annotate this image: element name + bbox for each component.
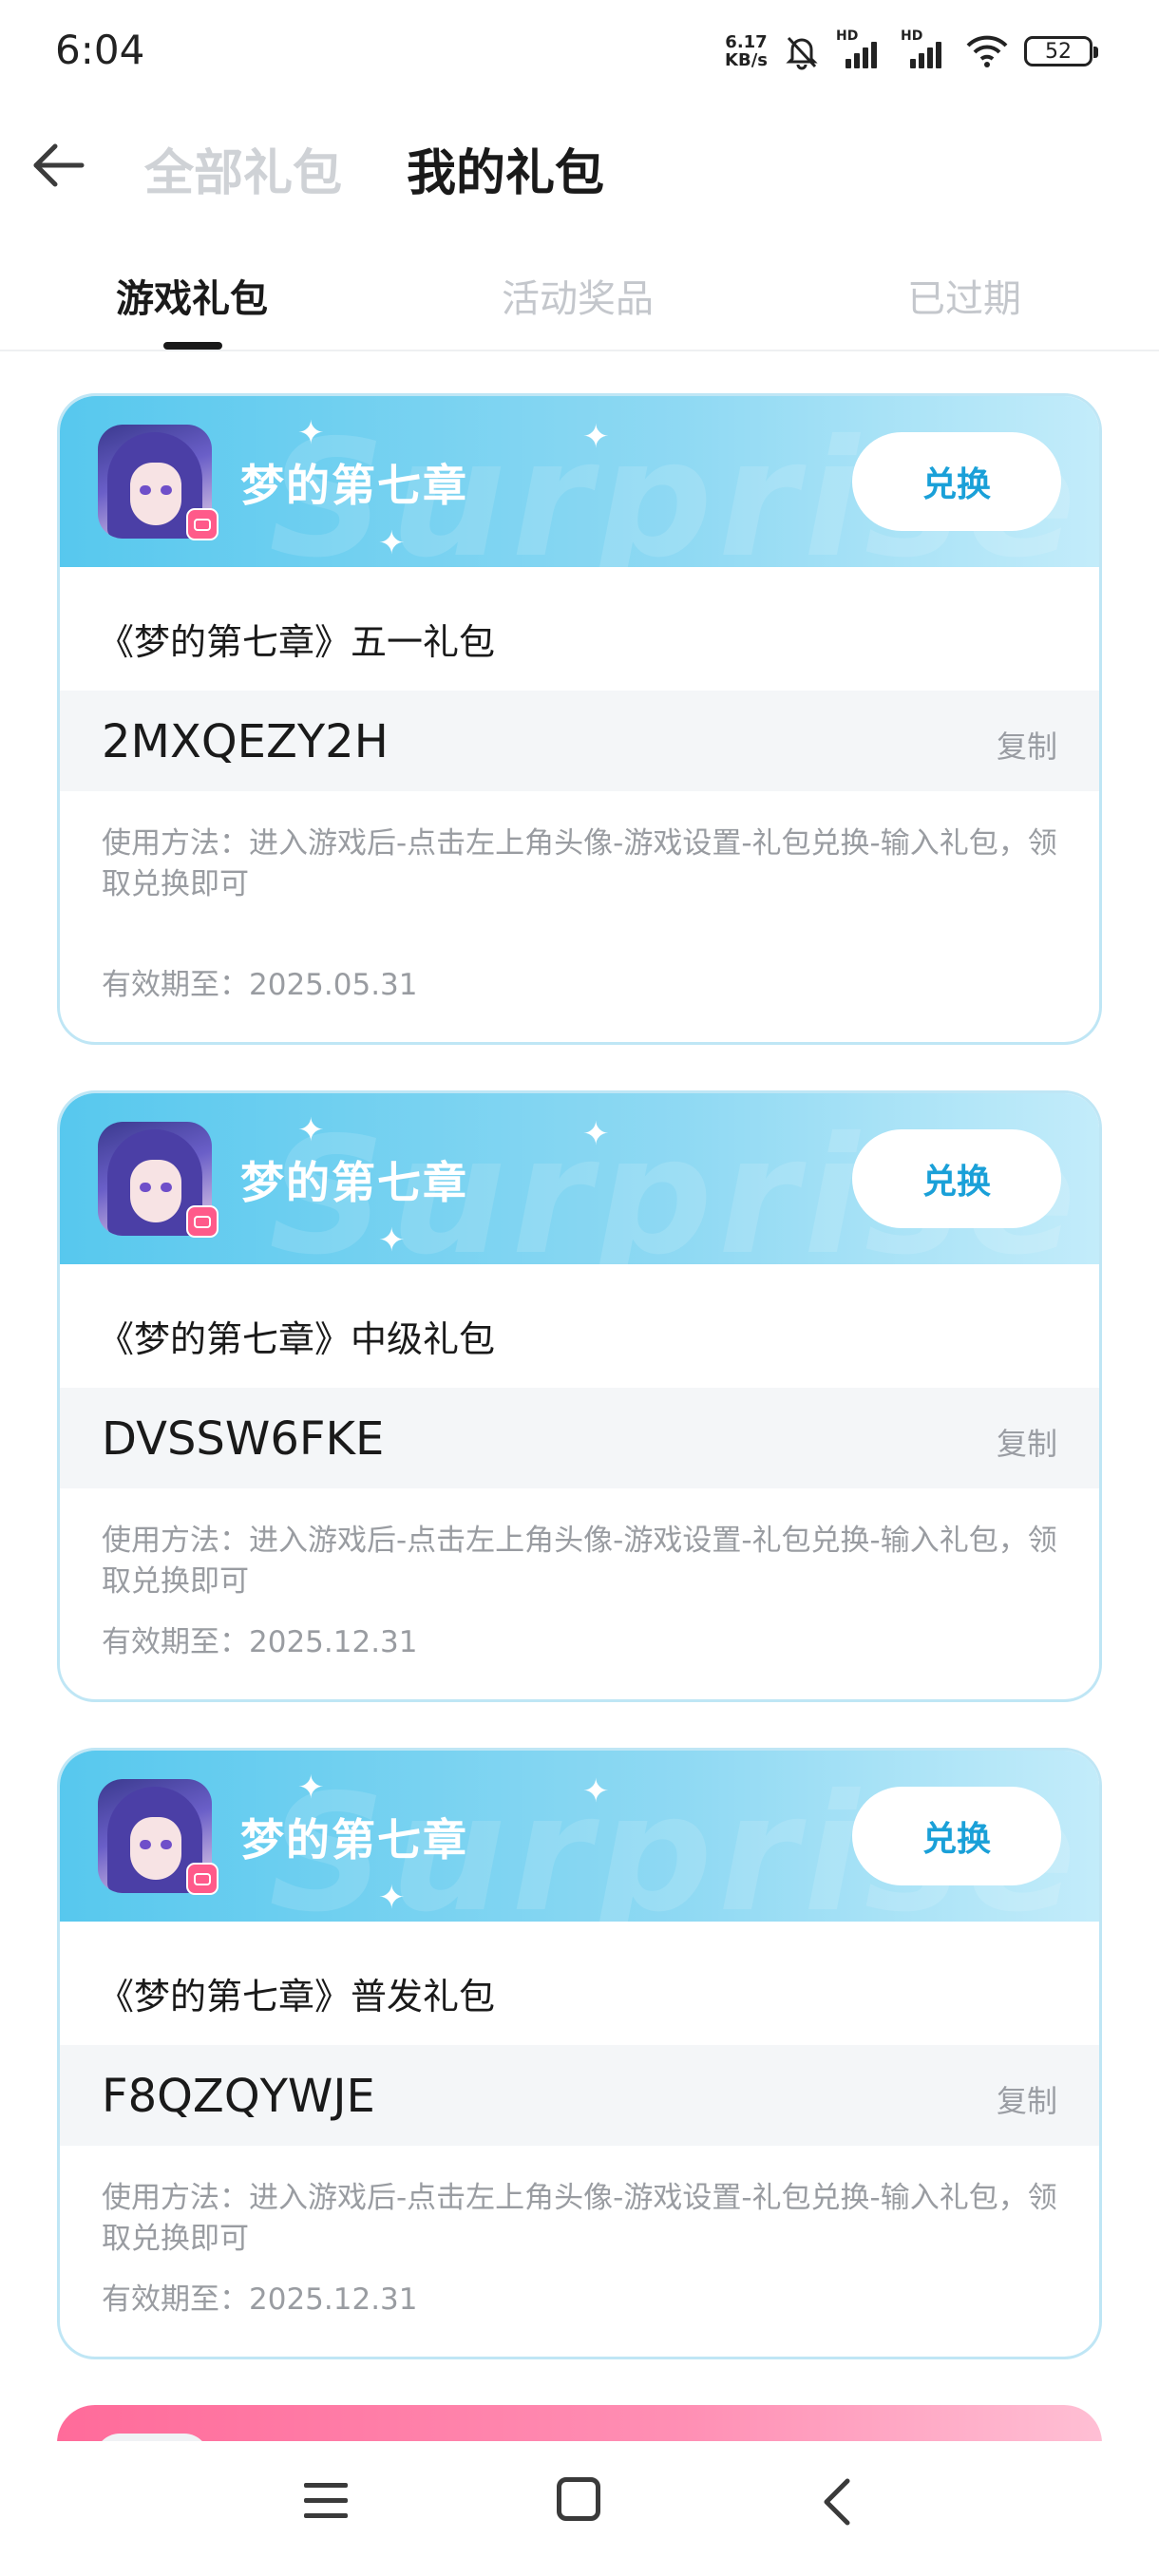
redeem-button[interactable]: 兑换 <box>852 1129 1061 1228</box>
card-header: Surprise ✦ ✦ ✦ 梦的第七章 兑换 <box>60 1093 1099 1264</box>
subtab-game-gifts[interactable]: 游戏礼包 <box>87 268 296 323</box>
sparkle-icon: ✦ <box>582 1772 610 1810</box>
battery-icon: 52 <box>1024 36 1098 66</box>
sparkle-icon: ✦ <box>297 1111 325 1149</box>
system-nav-bar <box>0 2441 1159 2576</box>
card-header: Surprise ✦ ✦ ✦ 梦的第七章 兑换 <box>60 1751 1099 1922</box>
game-name: 梦的第七章 <box>240 1814 468 1866</box>
status-bar: 6:04 6.17 KB/s HD HD 52 <box>0 0 1159 104</box>
redeem-button[interactable]: 兑换 <box>852 1787 1061 1885</box>
gift-code: DVSSW6FKE <box>102 1412 385 1466</box>
sparkle-icon: ✦ <box>378 1222 406 1260</box>
usage-instructions: 使用方法：进入游戏后-点击左上角头像-游戏设置-礼包兑换-输入礼包，领取兑换即可 <box>102 826 1057 901</box>
sparkle-icon: ✦ <box>378 1879 406 1917</box>
sparkle-icon: ✦ <box>582 1115 610 1153</box>
sparkle-icon: ✦ <box>378 524 406 562</box>
subtab-expired[interactable]: 已过期 <box>860 268 1069 323</box>
active-tab-indicator <box>163 342 222 350</box>
sparkle-icon: ✦ <box>582 418 610 456</box>
gift-card: Surprise ✦ ✦ ✦ 梦的第七章 兑换 《梦的第七章》五一礼包 2MXQ… <box>57 393 1102 1045</box>
code-row: F8QZQYWJE 复制 <box>60 2045 1099 2146</box>
gift-title: 《梦的第七章》中级礼包 <box>98 1318 496 1360</box>
redeem-button[interactable]: 兑换 <box>852 432 1061 531</box>
status-time: 6:04 <box>55 27 145 73</box>
tab-all-gifts[interactable]: 全部礼包 <box>144 133 342 204</box>
mute-bell-icon <box>786 36 818 70</box>
back-icon[interactable] <box>815 2475 863 2529</box>
expiry-date: 有效期至：2025.12.31 <box>102 1625 418 1659</box>
gift-title: 《梦的第七章》普发礼包 <box>98 1976 496 2017</box>
home-icon[interactable] <box>557 2477 600 2521</box>
back-arrow-icon[interactable] <box>28 135 89 196</box>
gift-code: 2MXQEZY2H <box>102 715 389 768</box>
subtab-event-prizes[interactable]: 活动奖品 <box>473 268 682 323</box>
bilibili-badge-icon <box>186 1863 218 1895</box>
wifi-icon <box>966 35 1008 67</box>
status-icons: 6.17 KB/s HD HD 52 <box>725 28 1098 70</box>
usage-instructions: 使用方法：进入游戏后-点击左上角头像-游戏设置-礼包兑换-输入礼包，领取兑换即可 <box>102 2181 1057 2256</box>
bilibili-badge-icon <box>186 508 218 540</box>
gift-card: Surprise ✦ ✦ ✦ 梦的第七章 兑换 《梦的第七章》普发礼包 F8QZ… <box>57 1748 1102 2359</box>
sparkle-icon: ✦ <box>297 1769 325 1807</box>
code-row: 2MXQEZY2H 复制 <box>60 691 1099 791</box>
game-name: 梦的第七章 <box>240 1157 468 1208</box>
copy-button[interactable]: 复制 <box>997 2077 1057 2121</box>
expiry-date: 有效期至：2025.05.31 <box>102 968 418 1002</box>
gift-card: Surprise ✦ ✦ ✦ 梦的第七章 兑换 《梦的第七章》中级礼包 DVSS… <box>57 1090 1102 1702</box>
hd-signal-icon: HD <box>901 28 950 68</box>
code-row: DVSSW6FKE 复制 <box>60 1388 1099 1488</box>
gift-code: F8QZQYWJE <box>102 2070 375 2123</box>
gift-title: 《梦的第七章》五一礼包 <box>98 621 496 663</box>
tab-my-gifts[interactable]: 我的礼包 <box>407 133 604 204</box>
menu-icon[interactable] <box>304 2479 348 2523</box>
hd-signal-icon: HD <box>836 28 885 68</box>
bilibili-badge-icon <box>186 1205 218 1238</box>
tab-divider <box>0 350 1159 351</box>
copy-button[interactable]: 复制 <box>997 723 1057 767</box>
net-speed: 6.17 KB/s <box>725 32 768 70</box>
card-header: Surprise ✦ ✦ ✦ 梦的第七章 兑换 <box>60 396 1099 567</box>
copy-button[interactable]: 复制 <box>997 1420 1057 1464</box>
sparkle-icon: ✦ <box>297 414 325 452</box>
expiry-date: 有效期至：2025.12.31 <box>102 2282 418 2317</box>
game-name: 梦的第七章 <box>240 460 468 511</box>
usage-instructions: 使用方法：进入游戏后-点击左上角头像-游戏设置-礼包兑换-输入礼包，领取兑换即可 <box>102 1524 1057 1599</box>
